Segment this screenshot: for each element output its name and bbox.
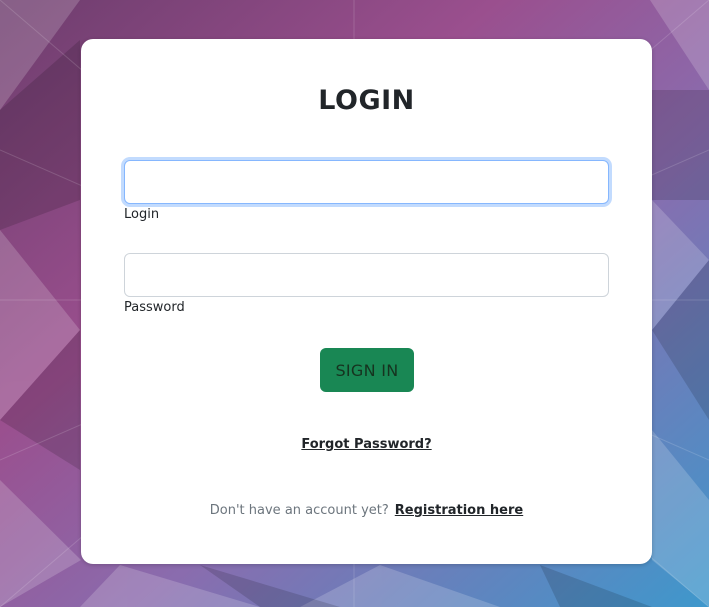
password-field-group: Password: [124, 253, 609, 315]
registration-prompt-text: Don't have an account yet?: [209, 503, 389, 518]
registration-prompt: Don't have an account yet? Registration h…: [81, 503, 652, 518]
login-field-group: Login: [124, 160, 609, 222]
page-title: LOGIN: [318, 85, 415, 116]
password-label: Password: [124, 300, 185, 315]
login-label: Login: [124, 207, 160, 222]
password-input[interactable]: [124, 253, 609, 297]
sign-in-button[interactable]: SIGN IN: [320, 348, 414, 392]
forgot-password-link[interactable]: Forgot Password?: [81, 437, 652, 452]
login-input[interactable]: [124, 160, 609, 204]
login-card: LOGIN Login Password SIGN IN Forgot Pass…: [81, 39, 652, 564]
registration-link[interactable]: Registration here: [395, 503, 523, 518]
